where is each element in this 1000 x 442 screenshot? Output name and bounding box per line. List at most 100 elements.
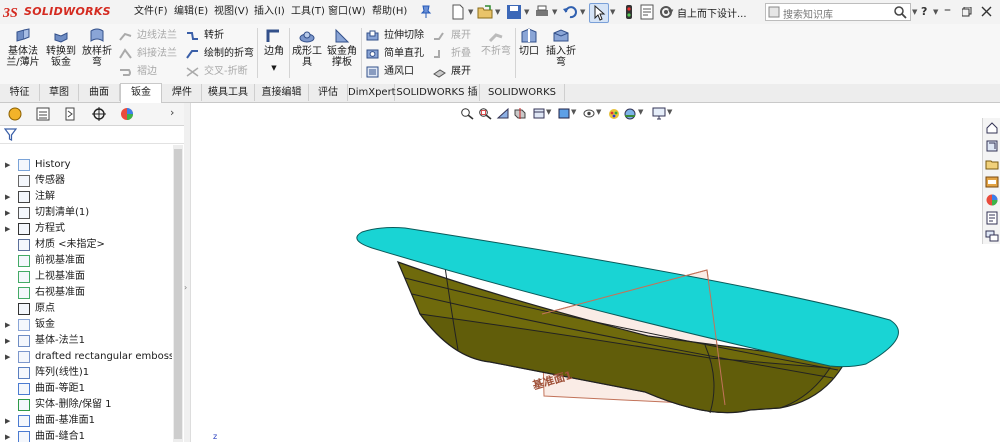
edit-appearance-icon[interactable] xyxy=(607,107,621,120)
tab-surfaces[interactable]: 曲面 xyxy=(79,84,120,101)
menu-tools[interactable]: 工具(T) xyxy=(291,5,325,19)
view-settings-monitor-icon[interactable] xyxy=(652,107,666,120)
chevron-right-icon[interactable]: › xyxy=(170,106,174,119)
simple-hole-button[interactable]: 简单直孔 xyxy=(366,46,424,62)
close-icon[interactable] xyxy=(981,6,992,17)
save-icon[interactable] xyxy=(505,3,523,21)
tab-weldments[interactable]: 焊件 xyxy=(163,84,202,101)
open-dropdown-icon[interactable]: ▼ xyxy=(495,8,500,16)
display-style-dropdown-icon[interactable]: ▼ xyxy=(571,108,576,116)
featuremanager-tab-icon[interactable] xyxy=(3,105,27,123)
expand-arrow-icon[interactable]: ▶ xyxy=(5,429,10,442)
view-settings-dropdown-icon[interactable]: ▼ xyxy=(667,108,672,116)
section-view-icon[interactable] xyxy=(513,107,527,120)
tree-filter-bar[interactable] xyxy=(0,126,184,144)
undo-icon[interactable] xyxy=(561,3,579,21)
flatten-button[interactable]: 展开 xyxy=(433,64,471,80)
view-palette-icon[interactable] xyxy=(985,175,999,189)
display-style-icon[interactable] xyxy=(557,107,571,120)
file-explorer-icon[interactable] xyxy=(985,157,999,171)
tab-sketch[interactable]: 草图 xyxy=(40,84,79,101)
search-knowledge-base-input[interactable]: 搜索知识库 xyxy=(765,3,911,21)
hem-button[interactable]: 褶边 xyxy=(119,64,157,80)
zoom-to-fit-icon[interactable] xyxy=(460,107,474,120)
base-flange-button[interactable]: 基体法兰/薄片 xyxy=(4,27,42,73)
previous-view-icon[interactable] xyxy=(496,107,510,120)
tab-direct-editing[interactable]: 直接编辑 xyxy=(255,84,309,101)
view-orientation-icon[interactable] xyxy=(532,107,546,120)
zoom-to-area-icon[interactable] xyxy=(478,107,492,120)
search-icon[interactable] xyxy=(893,5,907,19)
collapse-panel-icon[interactable]: › xyxy=(184,283,187,292)
corners-button[interactable]: 边角 ▼ xyxy=(262,27,286,73)
vent-button[interactable]: 通风口 xyxy=(366,64,414,80)
hide-show-items-icon[interactable] xyxy=(582,107,596,120)
home-icon[interactable] xyxy=(985,121,999,135)
help-button[interactable]: ? xyxy=(921,5,927,18)
extruded-cut-button[interactable]: 拉伸切除 xyxy=(366,28,424,44)
help-dropdown-icon[interactable]: ▼ xyxy=(933,8,938,16)
sheet-metal-gusset-button[interactable]: 钣金角撑板 xyxy=(326,27,358,73)
insert-bends-button[interactable]: 插入折弯 xyxy=(543,27,579,73)
save-dropdown-icon[interactable]: ▼ xyxy=(524,8,529,16)
solidworks-logo[interactable]: 3S SOLIDWORKS xyxy=(2,3,114,21)
pin-icon[interactable] xyxy=(420,5,432,19)
menu-edit[interactable]: 编辑(E) xyxy=(174,5,208,19)
no-bends-button[interactable]: 不折弯 xyxy=(479,27,513,73)
fold-button[interactable]: 折叠 xyxy=(433,46,471,62)
expand-arrow-icon[interactable]: ▶ xyxy=(5,317,10,333)
hide-show-dropdown-icon[interactable]: ▼ xyxy=(596,108,601,116)
miter-flange-button[interactable]: 斜接法兰 xyxy=(119,46,177,62)
jog-button[interactable]: 转折 xyxy=(186,28,224,44)
expand-arrow-icon[interactable]: ▶ xyxy=(5,221,10,237)
forming-tool-button[interactable]: 成形工具 xyxy=(292,27,322,73)
menu-file[interactable]: 文件(F) xyxy=(134,5,168,19)
boat-hull-model[interactable] xyxy=(190,130,980,442)
rebuild-traffic-light-icon[interactable] xyxy=(620,3,638,21)
select-cursor-icon[interactable] xyxy=(589,3,609,23)
restore-window-icon[interactable] xyxy=(962,7,972,17)
unfold-button[interactable]: 展开 xyxy=(433,28,471,44)
menu-window[interactable]: 窗口(W) xyxy=(328,5,366,19)
tab-evaluate[interactable]: 评估 xyxy=(309,84,348,101)
expand-arrow-icon[interactable]: ▶ xyxy=(5,157,10,173)
view-orientation-dropdown-icon[interactable]: ▼ xyxy=(546,108,551,116)
dimxpertmanager-tab-icon[interactable] xyxy=(87,105,111,123)
lofted-bend-button[interactable]: 放样折弯 xyxy=(80,27,114,73)
expand-arrow-icon[interactable]: ▶ xyxy=(5,413,10,429)
options-dropdown-icon[interactable]: ▼ xyxy=(668,8,673,16)
configurationmanager-tab-icon[interactable] xyxy=(59,105,83,123)
tab-solidworks-mbd[interactable]: SOLIDWORKS MBD xyxy=(480,84,565,115)
sketched-bend-button[interactable]: 绘制的折弯 xyxy=(186,46,254,62)
propertymanager-tab-icon[interactable] xyxy=(31,105,55,123)
new-document-icon[interactable] xyxy=(449,3,467,21)
displaymanager-tab-icon[interactable] xyxy=(115,105,139,123)
tab-mold-tools[interactable]: 模具工具 xyxy=(202,84,255,101)
open-folder-icon[interactable] xyxy=(476,3,494,21)
menu-view[interactable]: 视图(V) xyxy=(214,5,249,19)
rip-button[interactable]: 切口 xyxy=(518,27,540,73)
tab-sheet-metal[interactable]: 钣金 xyxy=(120,83,162,104)
apply-scene-icon[interactable] xyxy=(623,107,637,120)
appearances-scenes-icon[interactable] xyxy=(985,193,999,207)
minimize-icon[interactable]: – xyxy=(944,2,951,18)
tree-scrollbar-thumb[interactable] xyxy=(174,149,182,439)
tab-dimxpert[interactable]: DimXpert xyxy=(348,84,396,101)
edge-flange-button[interactable]: 边线法兰 xyxy=(119,28,177,44)
cross-break-button[interactable]: 交叉-折断 xyxy=(186,64,248,80)
tab-solidworks-addins[interactable]: SOLIDWORKS 插件 xyxy=(395,84,480,115)
solidworks-forum-icon[interactable] xyxy=(985,229,999,243)
print-icon[interactable] xyxy=(533,3,551,21)
print-dropdown-icon[interactable]: ▼ xyxy=(552,8,557,16)
expand-arrow-icon[interactable]: ▶ xyxy=(5,333,10,349)
corner-dropdown-icon[interactable]: ▼ xyxy=(262,63,286,74)
undo-dropdown-icon[interactable]: ▼ xyxy=(580,8,585,16)
menu-help[interactable]: 帮助(H) xyxy=(372,5,407,19)
design-library-icon[interactable] xyxy=(985,139,999,153)
convert-to-sheet-metal-button[interactable]: 转换到钣金 xyxy=(44,27,78,73)
file-properties-icon[interactable] xyxy=(638,3,656,21)
expand-arrow-icon[interactable]: ▶ xyxy=(5,349,10,365)
expand-arrow-icon[interactable]: ▶ xyxy=(5,189,10,205)
select-dropdown-icon[interactable]: ▼ xyxy=(610,8,615,16)
menu-insert[interactable]: 插入(I) xyxy=(254,5,285,19)
